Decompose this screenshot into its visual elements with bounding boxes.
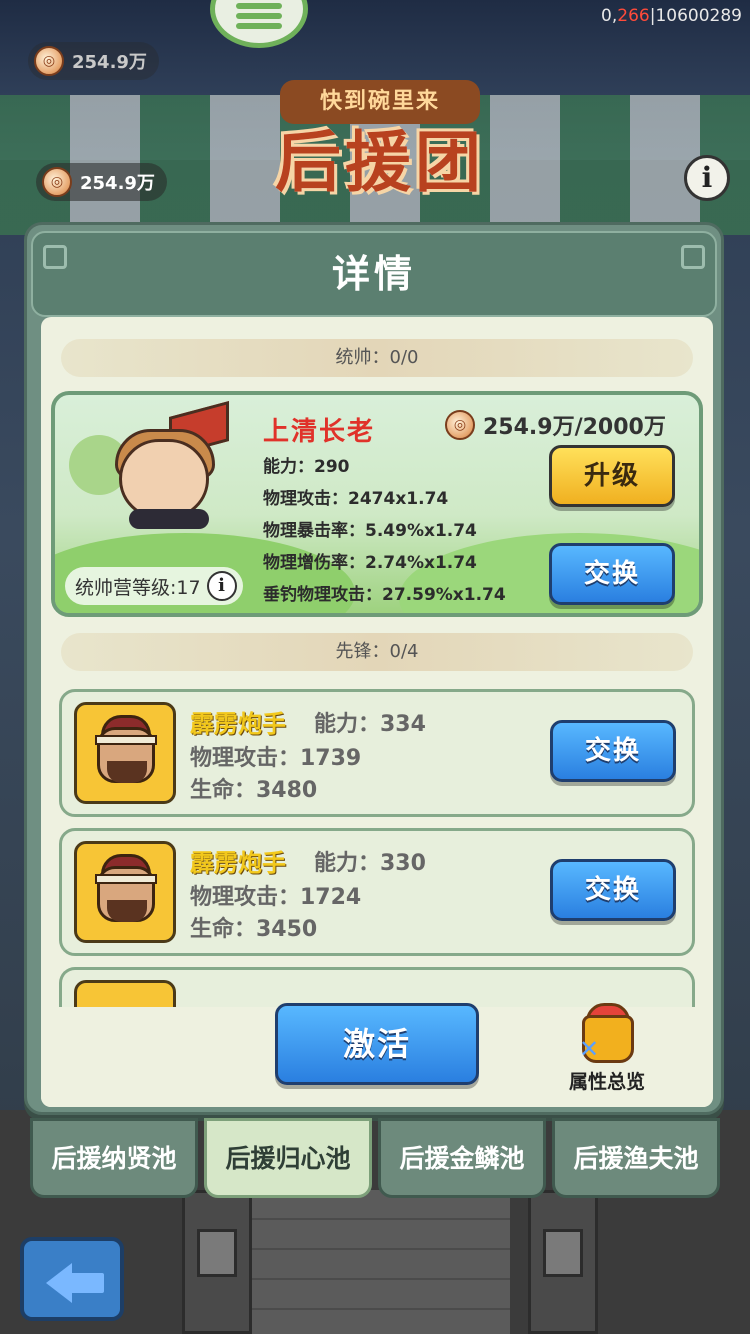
currency-amount: 254.9万	[80, 173, 155, 194]
tab-fisherman-pool[interactable]: 后援渔夫池	[552, 1118, 720, 1198]
commander-name: 上清长老	[263, 417, 376, 447]
vanguard-section-header: 先锋：0/4	[61, 633, 693, 671]
attribute-overview-button[interactable]: ✕ 属性总览	[557, 1003, 657, 1097]
commander-stats: 能力：290 物理攻击：2474x1.74 物理暴击率：5.49%x1.74 物…	[263, 451, 506, 611]
vanguard-hp: 生命：3450	[190, 917, 318, 942]
vanguard-attack: 物理攻击：1724	[190, 885, 362, 910]
commander-card: 上清长老 ◎ 254.9万/2000万 能力：290 物理攻击：2474x1.7…	[51, 391, 703, 617]
stat-line: 物理攻击：2474x1.74	[263, 489, 449, 509]
vanguard-name: 霹雳炮手	[190, 849, 286, 877]
vanguard-portrait	[74, 702, 176, 804]
vanguard-ability: 能力：330	[314, 851, 426, 876]
vanguard-attack: 物理攻击：1739	[190, 746, 362, 771]
vanguard-portrait	[74, 841, 176, 943]
commander-avatar	[109, 400, 229, 529]
commander-camp-level: 统帅营等级:17 i	[65, 567, 243, 605]
activate-button[interactable]: 激活	[275, 1003, 479, 1085]
camp-level-label: 统帅营等级:17	[75, 576, 201, 599]
vanguard-hp: 生命：3480	[190, 778, 318, 803]
commander-upgrade-cost: ◎ 254.9万/2000万	[445, 409, 666, 441]
vanguard-ability: 能力：334	[314, 712, 426, 737]
currency-pill: ◎ 254.9万	[36, 163, 167, 201]
stat-line: 垂钓物理攻击：27.59%x1.74	[263, 585, 506, 605]
event-banner: 快到碗里来 后援团	[240, 80, 520, 220]
back-button[interactable]	[20, 1237, 124, 1321]
stat-line: 能力：290	[263, 457, 350, 477]
upgrade-button[interactable]: 升级	[549, 445, 675, 507]
modal-title: 详情	[331, 252, 416, 296]
debug-id: 0,266|10600289	[601, 6, 742, 26]
vanguard-card: 霹雳炮手 能力：334 物理攻击：1739 生命：3480 交换	[59, 689, 695, 817]
details-modal: 详情 统帅：0/0 上清长老 ◎ 254.9万/2000万 能力：290 物理攻…	[24, 222, 724, 1115]
vanguard-name: 霹雳炮手	[190, 710, 286, 738]
banner-title: 后援团	[275, 124, 485, 201]
modal-header: 详情	[31, 231, 717, 317]
coin-icon: ◎	[445, 410, 475, 440]
commander-section-header: 统帅：0/0	[61, 339, 693, 377]
tab-golden-scale-pool[interactable]: 后援金鳞池	[378, 1118, 546, 1198]
coin-icon: ◎	[42, 167, 72, 197]
stat-line: 物理暴击率：5.49%x1.74	[263, 521, 477, 541]
vanguard-swap-button[interactable]: 交换	[550, 859, 676, 921]
gift-bag-icon: ✕	[576, 1003, 638, 1065]
info-icon[interactable]: i	[206, 571, 237, 601]
stat-line: 物理增伤率：2.74%x1.74	[263, 553, 477, 573]
coin-icon: ◎	[34, 46, 64, 76]
modal-body: 统帅：0/0 上清长老 ◎ 254.9万/2000万 能力：290 物理攻击：2…	[41, 317, 713, 1107]
vanguard-swap-button[interactable]: 交换	[550, 720, 676, 782]
currency-amount-top: 254.9万	[72, 52, 147, 73]
tab-loyalty-pool[interactable]: 后援归心池	[204, 1118, 372, 1198]
attribute-overview-label: 属性总览	[568, 1071, 645, 1093]
tab-recruit-pool[interactable]: 后援纳贤池	[30, 1118, 198, 1198]
info-icon[interactable]: i	[684, 155, 730, 201]
commander-swap-button[interactable]: 交换	[549, 543, 675, 605]
currency-pill-top: ◎ 254.9万	[28, 42, 159, 80]
vanguard-card: 霹雳炮手 能力：330 物理攻击：1724 生命：3450 交换	[59, 828, 695, 956]
menu-icon	[236, 0, 282, 33]
